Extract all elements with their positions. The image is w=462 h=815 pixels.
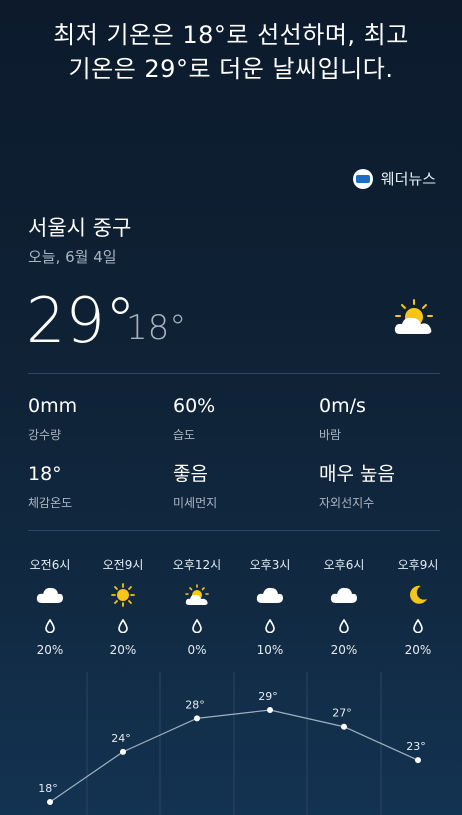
cloud-icon: [20, 583, 80, 607]
raindrop-icon: [388, 619, 448, 635]
stat-feels-like: 18° 체감온도: [28, 462, 72, 511]
raindrop-icon: [93, 619, 153, 635]
divider: [28, 373, 440, 374]
hour-time: 오후12시: [172, 558, 222, 572]
stat-humidity: 60% 습도: [173, 394, 215, 443]
sun-icon: [93, 583, 153, 607]
partly-cloudy-icon: [392, 298, 436, 342]
hourly-item: 오후3시 10%: [240, 556, 300, 657]
stat-label: 자외선지수: [319, 496, 375, 510]
summary-line-1: 최저 기온은 18°로 선선하며, 최고: [53, 21, 409, 49]
hourly-temperature-graph: 18° 24° 28° 29° 27° 23°: [38, 672, 426, 815]
hourly-item: 오후6시 20%: [314, 556, 374, 657]
hour-time: 오전6시: [29, 558, 71, 572]
precip-probability: 10%: [256, 643, 284, 657]
raindrop-icon: [314, 619, 374, 635]
stat-value: 0mm: [28, 395, 78, 417]
temperature-label: 29°: [258, 690, 278, 703]
stat-label: 바람: [319, 428, 342, 442]
weather-summary: 최저 기온은 18°로 선선하며, 최고 기온은 29°로 더운 날씨입니다.: [0, 18, 462, 86]
low-temperature: 18°: [126, 308, 187, 348]
stat-value: 좋음: [173, 463, 208, 485]
temperature-point: [120, 748, 126, 755]
temperature-label: 23°: [406, 740, 426, 753]
hour-time: 오전9시: [102, 558, 144, 572]
date-label: 오늘, 6월 4일: [28, 248, 117, 266]
provider-link[interactable]: 웨더뉴스: [352, 168, 436, 189]
summary-line-2: 기온은 29°로 더운 날씨입니다.: [68, 55, 394, 83]
temperature-point: [47, 799, 53, 805]
partly-cloudy-icon: [167, 583, 227, 607]
raindrop-icon: [167, 619, 227, 635]
hour-time: 오후9시: [397, 558, 439, 572]
hourly-item: 오전6시 20%: [20, 556, 80, 657]
temperature-label: 24°: [111, 732, 131, 745]
moon-icon: [388, 583, 448, 607]
stat-value: 0m/s: [319, 395, 366, 417]
cloud-icon: [240, 583, 300, 607]
high-temperature: 29°: [26, 284, 136, 357]
weathernews-logo-icon: [352, 168, 373, 189]
stat-uv-index: 매우 높음 자외선지수: [319, 462, 395, 511]
raindrop-icon: [20, 619, 80, 635]
temperature-label: 18°: [38, 782, 58, 795]
stat-precipitation: 0mm 강수량: [28, 394, 77, 443]
temperature-point: [341, 723, 347, 730]
temperature-label: 28°: [185, 698, 205, 711]
temperature-point: [194, 715, 200, 722]
hourly-item: 오후9시 20%: [388, 556, 448, 657]
precip-probability: 0%: [187, 643, 207, 657]
temperature-label: 27°: [332, 707, 352, 720]
stat-label: 습도: [173, 428, 196, 442]
hourly-item: 오후12시 0%: [167, 556, 227, 657]
precip-probability: 20%: [109, 643, 137, 657]
precip-probability: 20%: [330, 643, 358, 657]
provider-name: 웨더뉴스: [380, 170, 436, 188]
temperature-point: [267, 707, 273, 713]
stat-value: 18°: [28, 463, 62, 485]
raindrop-icon: [240, 619, 300, 635]
stat-value: 매우 높음: [319, 463, 395, 485]
precip-probability: 20%: [404, 643, 432, 657]
hour-time: 오후3시: [249, 558, 291, 572]
stat-label: 강수량: [28, 428, 62, 442]
cloud-icon: [314, 583, 374, 607]
stat-label: 미세먼지: [173, 496, 218, 510]
divider: [28, 530, 440, 531]
location-name: 서울시 중구: [28, 216, 132, 240]
temperature-point: [415, 757, 421, 764]
precip-probability: 20%: [36, 643, 64, 657]
stat-fine-dust: 좋음 미세먼지: [173, 462, 217, 511]
stat-label: 체감온도: [28, 496, 73, 510]
stat-wind: 0m/s 바람: [319, 394, 366, 443]
hour-time: 오후6시: [323, 558, 365, 572]
hourly-item: 오전9시 20%: [93, 556, 153, 657]
stat-value: 60%: [173, 395, 216, 417]
